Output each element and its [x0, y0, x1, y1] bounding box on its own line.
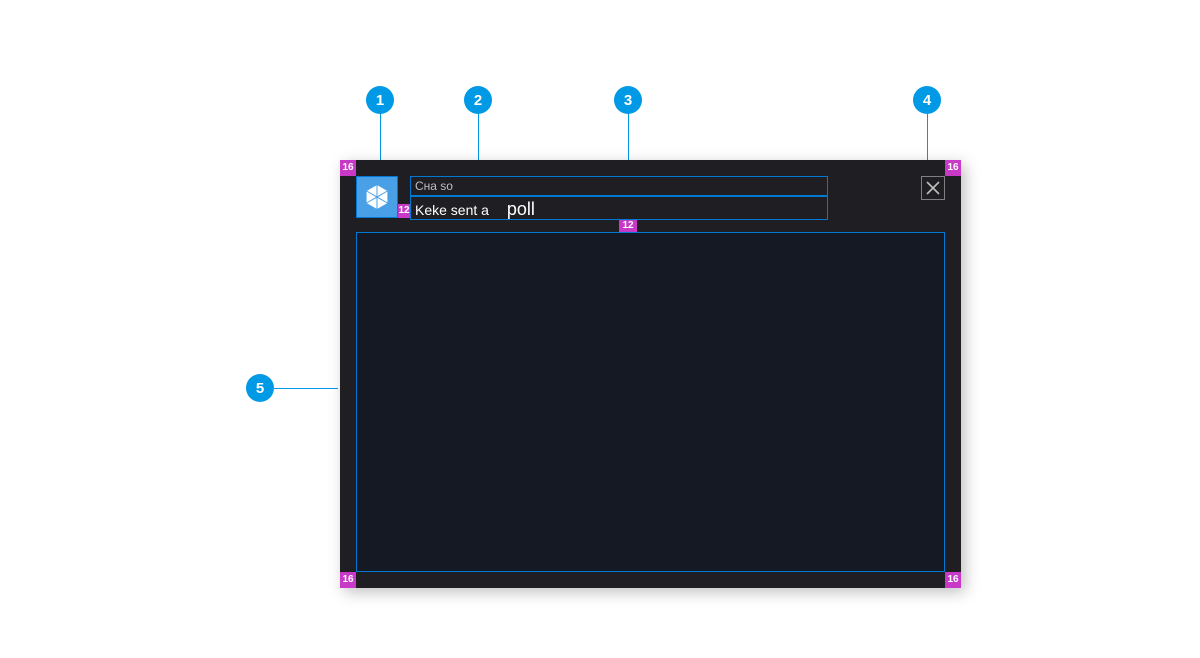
callout-2: 2	[464, 86, 492, 114]
toast-card: 16 16 16 16 12	[340, 160, 961, 588]
callout-1-leader	[380, 114, 381, 160]
callout-4: 4	[913, 86, 941, 114]
gap-marker-vertical: 12	[619, 220, 637, 232]
close-icon	[925, 180, 941, 196]
toast-inner: 12 Cна so Keke sent a poll 12	[356, 176, 945, 572]
close-button[interactable]	[921, 176, 945, 200]
callout-1: 1	[366, 86, 394, 114]
toast-message-prefix: Keke sent a	[415, 202, 489, 218]
toast-content-area	[356, 232, 945, 572]
padding-marker-bottom-right: 16	[945, 572, 961, 588]
app-icon	[356, 176, 398, 218]
callout-4-leader	[927, 114, 928, 160]
toast-title: Cна so	[410, 176, 828, 196]
padding-marker-bottom-left: 16	[340, 572, 356, 588]
gap-marker-horizontal: 12	[398, 204, 410, 218]
callout-3: 3	[614, 86, 642, 114]
callout-5: 5	[246, 374, 274, 402]
callout-5-leader	[274, 388, 338, 389]
toast-message: Keke sent a poll	[410, 196, 828, 220]
padding-marker-top-left: 16	[340, 160, 356, 176]
padding-marker-top-right: 16	[945, 160, 961, 176]
toast-message-emphasis: poll	[507, 199, 535, 219]
